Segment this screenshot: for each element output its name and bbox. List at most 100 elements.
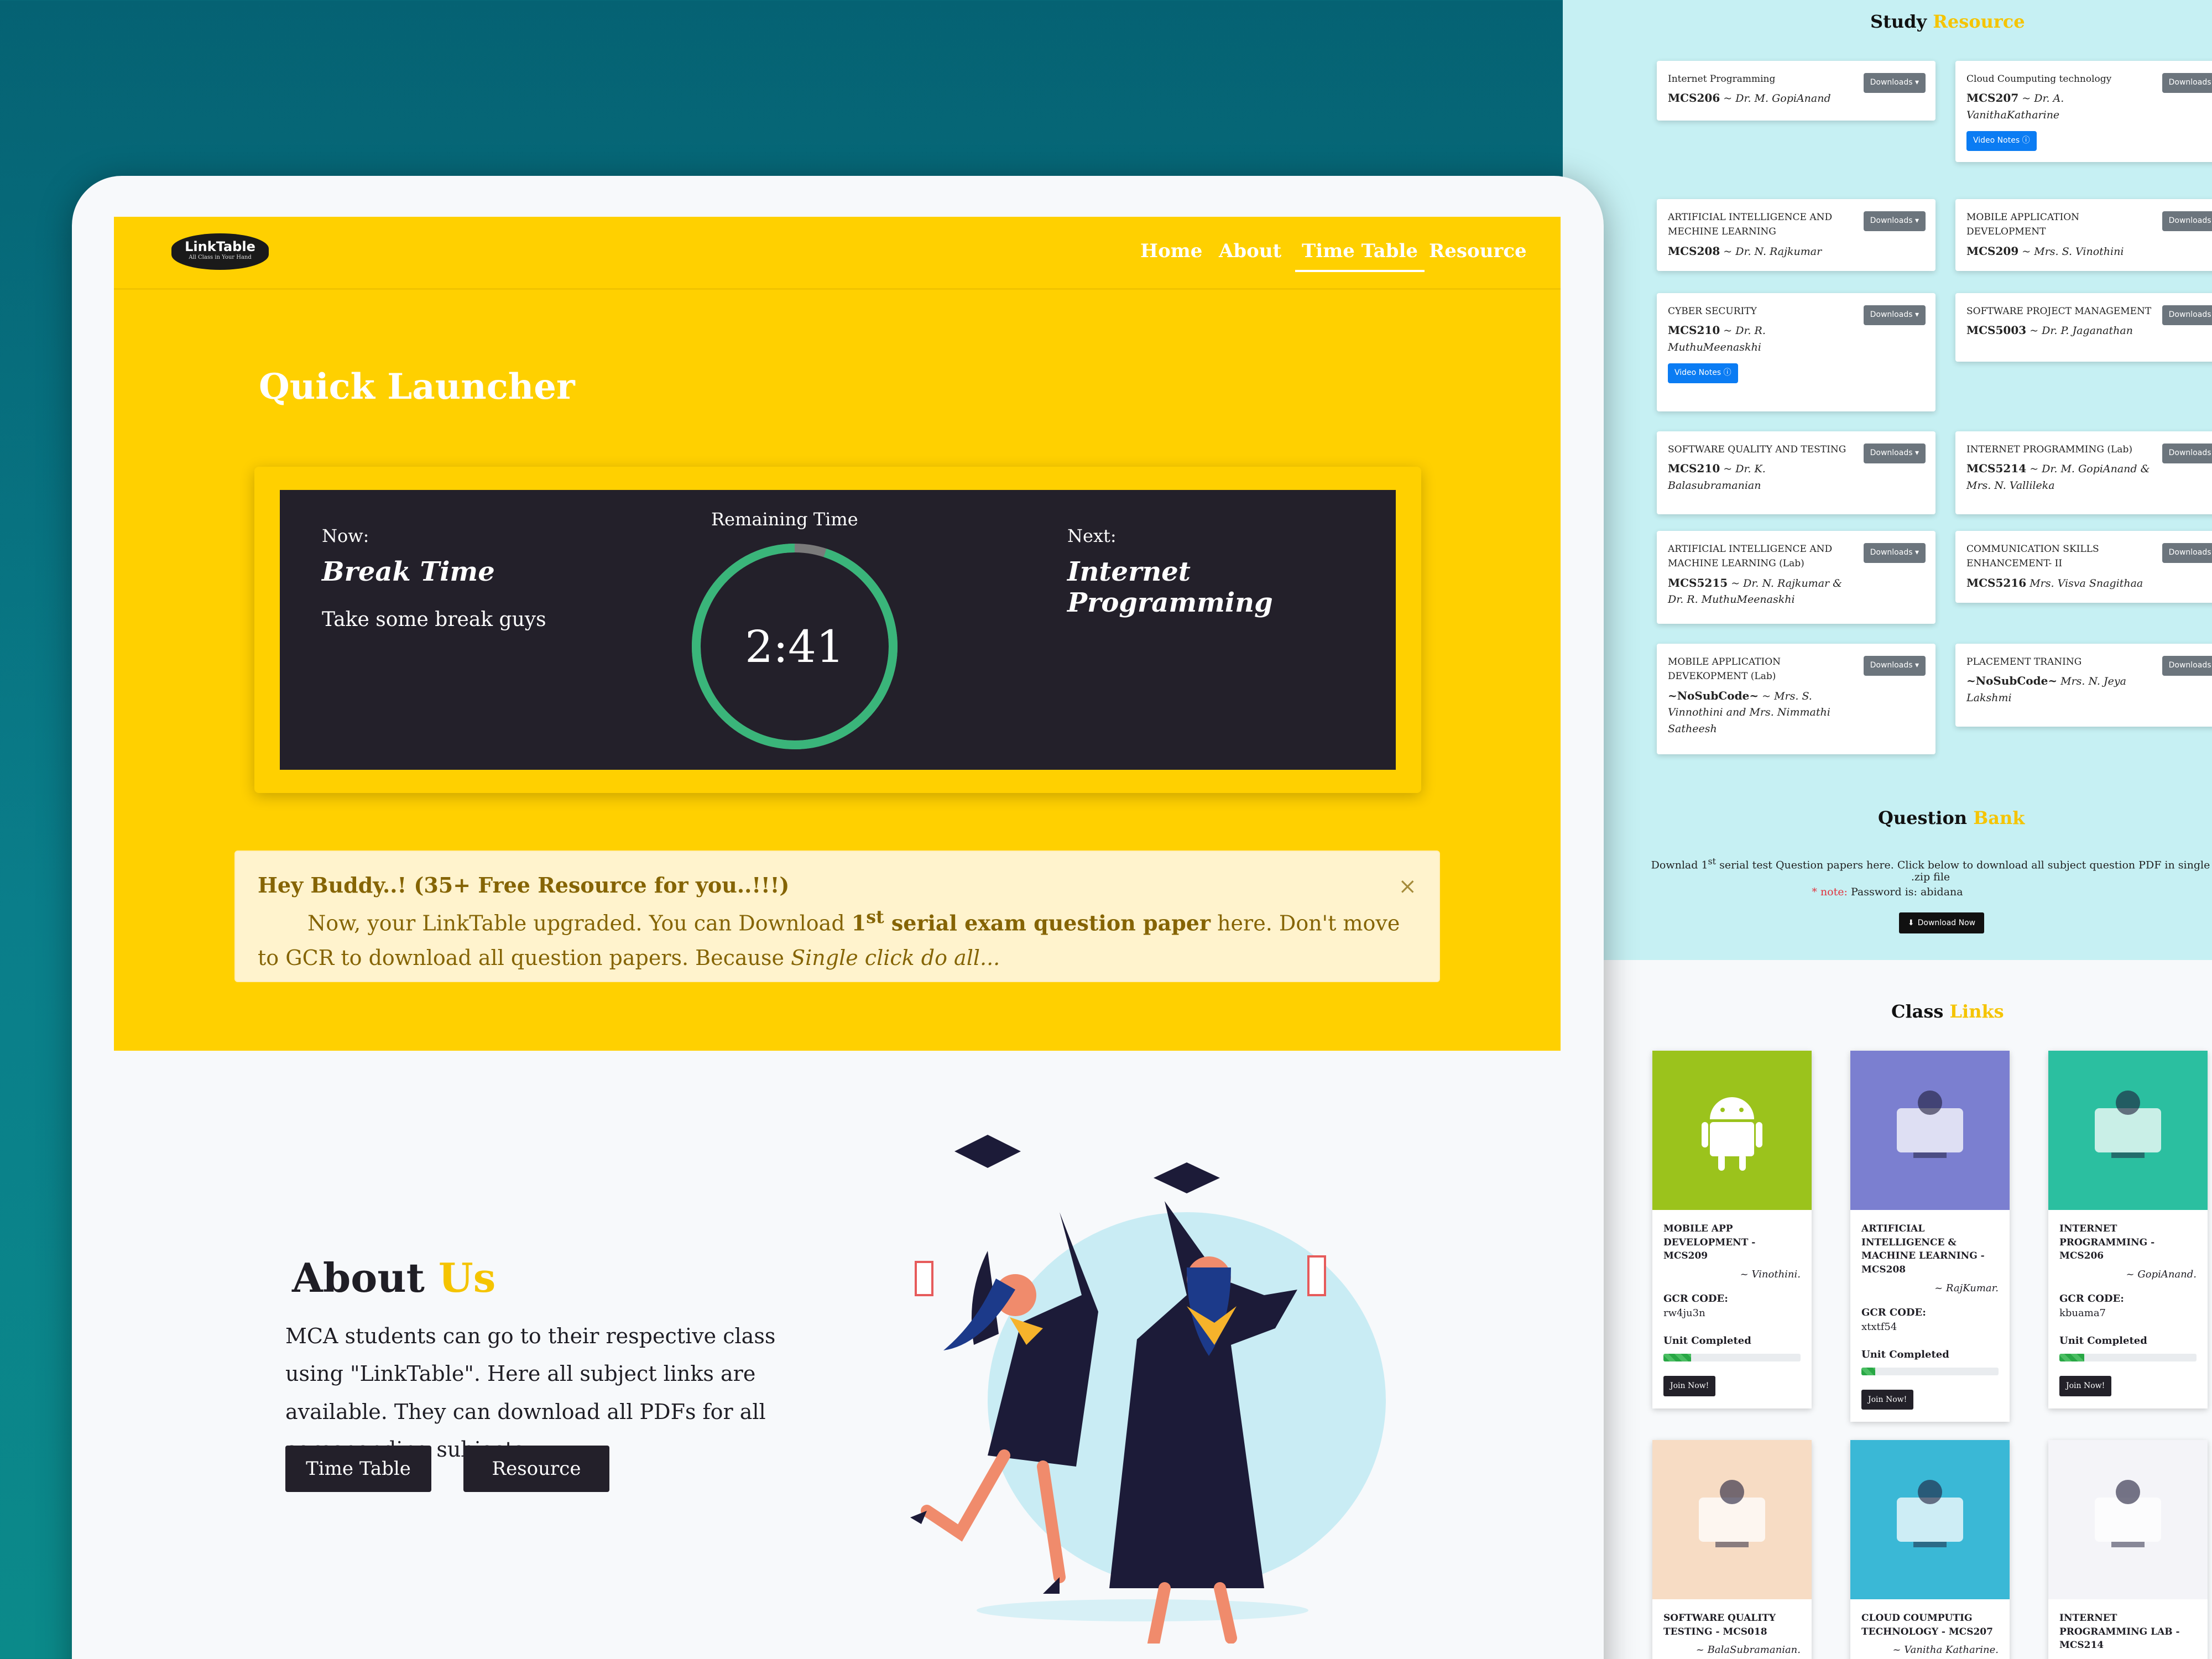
about-title-highlight: Us	[438, 1254, 496, 1301]
study-card-title: Cloud Coumputing technology	[1966, 74, 2112, 85]
downloads-dropdown-button[interactable]: Downloads ▾	[1863, 305, 1926, 325]
download-now-label: Download Now	[1917, 919, 1976, 927]
study-card-title: SOFTWARE QUALITY AND TESTING	[1668, 444, 1846, 455]
join-now-button[interactable]: Join Now!	[1663, 1376, 1716, 1396]
join-now-button[interactable]: Join Now!	[2059, 1376, 2112, 1396]
study-card-code: MCS5214	[1966, 462, 2027, 476]
study-card: MOBILE APPLICATION DEVELOPMENT MCS209 ~ M…	[1955, 199, 2212, 272]
about-title-part: About	[292, 1254, 439, 1301]
downloads-dropdown-button[interactable]: Downloads ▾	[2162, 543, 2212, 563]
downloads-dropdown-button[interactable]: Downloads ▾	[2162, 211, 2212, 231]
gcr-code-label: GCR CODE:	[1861, 1306, 1926, 1318]
unit-progress-fill	[2059, 1354, 2084, 1362]
study-card-code: ~NoSubCode~	[1668, 688, 1759, 702]
question-bank-title: Question Bank	[1878, 807, 2025, 828]
study-card-title: SOFTWARE PROJECT MANAGEMENT	[1966, 306, 2152, 317]
alert-text-a: Now, your LinkTable upgraded. You can Do…	[307, 911, 852, 936]
video-notes-button[interactable]: Video Notes ⓘ	[1668, 363, 1738, 383]
study-card-teacher: ~ Dr. M. GopiAnand	[1720, 92, 1831, 105]
study-card-meta: MCS5216 Mrs. Visva Snagithaa	[1966, 575, 2154, 592]
about-title: About Us	[292, 1254, 495, 1301]
class-card-title: SOFTWARE QUALITY TESTING - MCS018	[1663, 1613, 1776, 1637]
main-page-screen: LinkTable All Class in Your Hand Home Ab…	[114, 217, 1561, 1659]
linktable-logo[interactable]: LinkTable All Class in Your Hand	[171, 233, 269, 270]
nav-about[interactable]: About	[1219, 240, 1281, 262]
study-card-meta: MCS208 ~ Dr. N. Rajkumar	[1668, 243, 1856, 260]
nav-time-table[interactable]: Time Table	[1295, 240, 1425, 272]
downloads-dropdown-button[interactable]: Downloads ▾	[2162, 73, 2212, 93]
qbank-note-text: Password is: abidana	[1847, 886, 1963, 898]
close-icon[interactable]: ×	[1398, 868, 1417, 905]
now-subtitle: Take some break guys	[322, 608, 546, 631]
downloads-dropdown-button[interactable]: Downloads ▾	[1863, 73, 1926, 93]
alert-body: Now, your LinkTable upgraded. You can Do…	[258, 903, 1417, 975]
downloads-dropdown-button[interactable]: Downloads ▾	[2162, 305, 2212, 325]
study-card-code: MCS5216	[1966, 576, 2027, 589]
next-title: Internet Programming	[1067, 556, 1273, 618]
study-title-part: Study	[1870, 11, 1933, 32]
logo-sub-text: All Class in Your Hand	[189, 254, 252, 260]
quick-launcher-title: Quick Launcher	[259, 366, 575, 408]
class-card-teacher: ~ RajKumar.	[1934, 1282, 1999, 1294]
gcr-code-value: xtxtf54	[1861, 1321, 1897, 1333]
class-card-image	[1652, 1051, 1812, 1210]
study-card-code: MCS210	[1668, 324, 1720, 337]
alert-italic: Single click do all...	[791, 946, 1000, 971]
class-link-card: INTERNET PROGRAMMING LAB - MCS214 ~ GopiA…	[2048, 1440, 2208, 1659]
qbank-title-part: Question	[1878, 807, 1974, 828]
class-card-title: INTERNET PROGRAMMING LAB - MCS214	[2059, 1613, 2180, 1651]
downloads-dropdown-button[interactable]: Downloads ▾	[2162, 444, 2212, 463]
upgrade-alert: Hey Buddy..! (35+ Free Resource for you.…	[234, 851, 1440, 982]
study-card-title: MOBILE APPLICATION DEVELOPMENT	[1966, 212, 2080, 238]
study-title-highlight: Resource	[1933, 11, 2025, 32]
downloads-dropdown-button[interactable]: Downloads ▾	[1863, 211, 1926, 231]
downloads-dropdown-button[interactable]: Downloads ▾	[1863, 543, 1926, 563]
alert-bold-text: serial exam question paper	[884, 910, 1211, 936]
video-notes-label: Video Notes	[1973, 136, 2020, 145]
join-now-button[interactable]: Join Now!	[1861, 1389, 1914, 1410]
unit-completed-label: Unit Completed	[2059, 1335, 2147, 1347]
downloads-dropdown-button[interactable]: Downloads ▾	[1863, 656, 1926, 676]
alert-bold-sup: st	[866, 906, 884, 927]
unit-completed-label: Unit Completed	[1663, 1335, 1751, 1347]
class-card-body: CLOUD COUMPUTIG TECHNOLOGY - MCS207 ~ Van…	[1850, 1599, 2010, 1659]
hero-section: LinkTable All Class in Your Hand Home Ab…	[114, 217, 1561, 1051]
downloads-dropdown-button[interactable]: Downloads ▾	[2162, 656, 2212, 676]
class-card-body: SOFTWARE QUALITY TESTING - MCS018 ~ BalaS…	[1652, 1599, 1812, 1659]
study-card-meta: ~NoSubCode~ Mrs. N. Jeya Lakshmi	[1966, 672, 2154, 706]
unit-progress-bar	[1861, 1367, 1999, 1375]
class-card-teacher: ~ Vanitha Katharine.	[1892, 1644, 1999, 1656]
class-illustration-icon	[1699, 1480, 1765, 1547]
study-resource-title: Study Resource	[1870, 11, 2025, 32]
logo-main-text: LinkTable	[185, 239, 255, 254]
study-card-code: MCS209	[1966, 244, 2019, 258]
study-card: ARTIFICIAL INTELLIGENCE AND MACHINE LEAR…	[1657, 531, 1936, 624]
study-card-meta: MCS207 ~ Dr. A. VanithaKatharine	[1966, 90, 2154, 123]
resource-page-panel: Study Resource Internet Programming MCS20…	[1563, 0, 2212, 1659]
quick-launcher-panel: Now: Break Time Take some break guys Rem…	[280, 490, 1396, 770]
study-card: PLACEMENT TRANING ~NoSubCode~ Mrs. N. Jey…	[1955, 644, 2212, 727]
download-icon: ⬇	[1907, 919, 1914, 927]
study-card-meta: MCS209 ~ Mrs. S. Vinothini	[1966, 243, 2154, 260]
resource-button[interactable]: Resource	[463, 1446, 609, 1492]
study-card-teacher: ~ Dr. P. Jaganathan	[2026, 325, 2133, 337]
class-card-body: MOBILE APP DEVELOPMENT - MCS209 ~ Vinothi…	[1652, 1210, 1812, 1408]
download-now-button[interactable]: ⬇ Download Now	[1899, 912, 1984, 933]
class-card-image	[1850, 1440, 2010, 1599]
study-card: Internet Programming MCS206 ~ Dr. M. Gopi…	[1657, 61, 1936, 121]
study-card-code: MCS5215	[1668, 576, 1728, 589]
nav-resource[interactable]: Resource	[1429, 240, 1527, 262]
study-card-title: ARTIFICIAL INTELLIGENCE AND MACHINE LEAR…	[1668, 544, 1833, 570]
unit-progress-bar	[1663, 1354, 1801, 1362]
gcr-code-label: GCR CODE:	[2059, 1293, 2124, 1305]
video-notes-button[interactable]: Video Notes ⓘ	[1966, 131, 2037, 151]
downloads-dropdown-button[interactable]: Downloads ▾	[1863, 444, 1926, 463]
study-card: SOFTWARE QUALITY AND TESTING MCS210 ~ Dr.…	[1657, 431, 1936, 514]
study-card-teacher: ~ Dr. N. Rajkumar	[1720, 245, 1822, 258]
study-card: MOBILE APPLICATION DEVEKOPMENT (Lab) ~NoS…	[1657, 644, 1936, 754]
class-links-title-highlight: Links	[1949, 1001, 2004, 1022]
graduates-illustration	[910, 1135, 1386, 1644]
nav-home[interactable]: Home	[1140, 240, 1202, 262]
time-table-button[interactable]: Time Table	[285, 1446, 431, 1492]
class-card-body: INTERNET PROGRAMMING - MCS206 ~ GopiAnand…	[2048, 1210, 2208, 1408]
